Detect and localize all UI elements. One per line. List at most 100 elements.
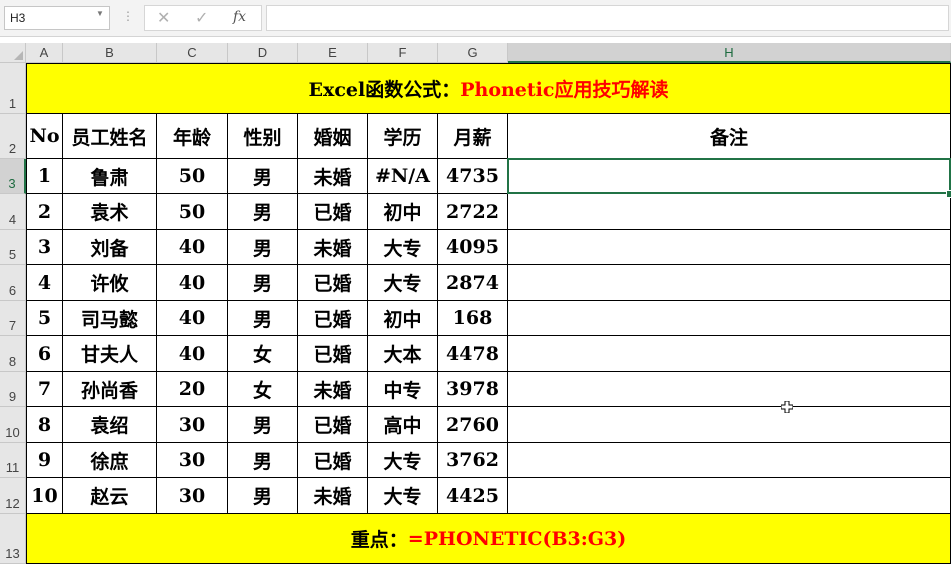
table-cell[interactable]: 男	[228, 478, 298, 514]
table-cell[interactable]: 10	[26, 478, 63, 514]
table-cell[interactable]	[508, 194, 951, 230]
row-header-6[interactable]: 6	[0, 265, 26, 301]
table-cell[interactable]	[508, 443, 951, 478]
table-cell[interactable]	[508, 407, 951, 443]
table-cell[interactable]	[508, 301, 951, 336]
table-cell[interactable]: 9	[26, 443, 63, 478]
row-header-4[interactable]: 4	[0, 194, 26, 230]
table-header-cell[interactable]: 学历	[368, 114, 438, 159]
table-cell[interactable]: 司马懿	[63, 301, 157, 336]
chevron-down-icon[interactable]: ▼	[96, 9, 104, 18]
table-cell[interactable]: 4095	[438, 230, 508, 265]
row-header-5[interactable]: 5	[0, 230, 26, 265]
table-cell[interactable]	[508, 336, 951, 372]
table-cell[interactable]: 大专	[368, 478, 438, 514]
table-cell[interactable]: 50	[157, 194, 228, 230]
table-cell[interactable]: 男	[228, 194, 298, 230]
table-cell[interactable]: 30	[157, 443, 228, 478]
table-cell[interactable]: 刘备	[63, 230, 157, 265]
table-cell[interactable]: 4478	[438, 336, 508, 372]
table-cell[interactable]: 30	[157, 407, 228, 443]
table-header-cell[interactable]: 备注	[508, 114, 951, 159]
table-cell[interactable]: 2760	[438, 407, 508, 443]
table-cell[interactable]: 40	[157, 336, 228, 372]
table-cell[interactable]: 男	[228, 301, 298, 336]
table-cell[interactable]: 男	[228, 407, 298, 443]
table-cell[interactable]: #N/A	[368, 159, 438, 194]
cancel-icon[interactable]: ✕	[157, 8, 170, 28]
table-header-cell[interactable]: 员工姓名	[63, 114, 157, 159]
row-header-9[interactable]: 9	[0, 372, 26, 407]
table-cell[interactable]: 已婚	[298, 336, 368, 372]
row-header-8[interactable]: 8	[0, 336, 26, 372]
confirm-check-icon[interactable]: ✓	[195, 8, 208, 28]
table-cell[interactable]: 8	[26, 407, 63, 443]
table-header-cell[interactable]: 月薪	[438, 114, 508, 159]
table-cell[interactable]: 1	[26, 159, 63, 194]
row-header-13[interactable]: 13	[0, 514, 26, 564]
drag-handle-icon[interactable]: ⋮	[122, 9, 134, 23]
table-cell[interactable]: 40	[157, 301, 228, 336]
table-cell[interactable]	[508, 265, 951, 301]
table-cell[interactable]: 孙尚香	[63, 372, 157, 407]
table-cell[interactable]: 已婚	[298, 443, 368, 478]
footer-band[interactable]: 重点： =PHONETIC(B3:G3)	[26, 514, 951, 564]
fill-handle[interactable]	[946, 190, 951, 198]
column-header-e[interactable]: E	[298, 43, 368, 63]
table-cell[interactable]: 3978	[438, 372, 508, 407]
table-cell[interactable]: 50	[157, 159, 228, 194]
table-cell[interactable]: 袁术	[63, 194, 157, 230]
table-cell[interactable]: 初中	[368, 301, 438, 336]
table-cell[interactable]: 大专	[368, 265, 438, 301]
table-header-cell[interactable]: 性别	[228, 114, 298, 159]
table-cell[interactable]: 大本	[368, 336, 438, 372]
table-cell[interactable]: 男	[228, 265, 298, 301]
table-cell[interactable]: 赵云	[63, 478, 157, 514]
table-cell[interactable]: 40	[157, 265, 228, 301]
table-cell[interactable]: 男	[228, 230, 298, 265]
title-band[interactable]: Excel函数公式： Phonetic应用技巧解读	[26, 63, 951, 114]
table-cell[interactable]: 大专	[368, 230, 438, 265]
table-cell[interactable]: 3762	[438, 443, 508, 478]
column-header-g[interactable]: G	[438, 43, 508, 63]
row-header-2[interactable]: 2	[0, 114, 26, 159]
table-header-cell[interactable]: 婚姻	[298, 114, 368, 159]
table-cell[interactable]: 甘夫人	[63, 336, 157, 372]
table-cell[interactable]: 30	[157, 478, 228, 514]
table-cell[interactable]: 2	[26, 194, 63, 230]
table-cell[interactable]: 6	[26, 336, 63, 372]
table-cell[interactable]: 徐庶	[63, 443, 157, 478]
table-cell[interactable]: 女	[228, 372, 298, 407]
table-cell[interactable]: 初中	[368, 194, 438, 230]
table-cell[interactable]: 2874	[438, 265, 508, 301]
table-cell[interactable]: 鲁肃	[63, 159, 157, 194]
row-header-3[interactable]: 3	[0, 159, 26, 194]
table-cell[interactable]: 高中	[368, 407, 438, 443]
table-cell[interactable]: 4735	[438, 159, 508, 194]
table-cell[interactable]: 5	[26, 301, 63, 336]
table-cell[interactable]: 许攸	[63, 265, 157, 301]
column-header-d[interactable]: D	[228, 43, 298, 63]
table-cell[interactable]: 已婚	[298, 407, 368, 443]
select-all-corner[interactable]	[0, 43, 26, 63]
column-header-c[interactable]: C	[157, 43, 228, 63]
row-header-10[interactable]: 10	[0, 407, 26, 443]
row-header-12[interactable]: 12	[0, 478, 26, 514]
table-cell[interactable]: 3	[26, 230, 63, 265]
table-cell[interactable]: 袁绍	[63, 407, 157, 443]
column-header-h[interactable]: H	[508, 43, 951, 63]
table-cell[interactable]: 已婚	[298, 265, 368, 301]
table-cell[interactable]: 已婚	[298, 194, 368, 230]
formula-input[interactable]	[266, 5, 949, 31]
table-cell[interactable]: 男	[228, 159, 298, 194]
column-header-a[interactable]: A	[26, 43, 63, 63]
table-cell[interactable]: 40	[157, 230, 228, 265]
table-cell[interactable]: 2722	[438, 194, 508, 230]
name-box[interactable]: H3	[4, 6, 110, 30]
table-cell[interactable]: 未婚	[298, 372, 368, 407]
table-cell[interactable]: 已婚	[298, 301, 368, 336]
table-cell[interactable]: 168	[438, 301, 508, 336]
table-header-cell[interactable]: 年龄	[157, 114, 228, 159]
table-cell[interactable]: 4	[26, 265, 63, 301]
table-cell[interactable]: 7	[26, 372, 63, 407]
